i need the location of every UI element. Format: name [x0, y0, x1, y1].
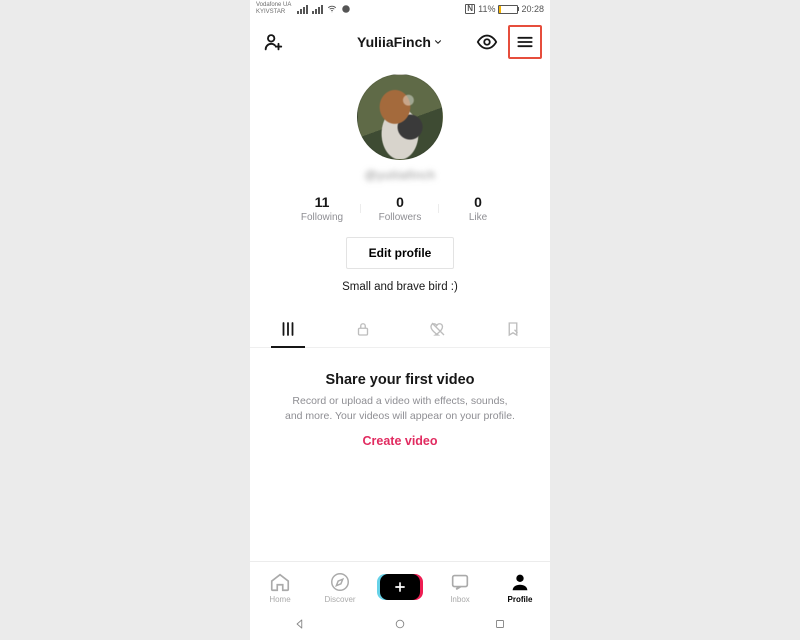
- tab-posts[interactable]: [250, 311, 325, 347]
- following-stat[interactable]: 11 Following: [283, 194, 361, 223]
- empty-state: Share your first video Record or upload …: [250, 348, 550, 448]
- carrier-labels: Vodafone UA KYIVSTAR: [256, 2, 291, 16]
- user-handle: @yuliiafinch: [365, 168, 436, 182]
- like-stat[interactable]: 0 Like: [439, 194, 517, 223]
- tab-liked[interactable]: [400, 311, 475, 347]
- battery-icon: [498, 5, 518, 14]
- view-as-button[interactable]: [472, 27, 502, 57]
- android-back-button[interactable]: [293, 617, 307, 636]
- plus-icon: [393, 580, 407, 594]
- like-count: 0: [439, 194, 517, 210]
- compass-icon: [329, 571, 351, 593]
- tab-saved[interactable]: [475, 311, 550, 347]
- followers-stat[interactable]: 0 Followers: [361, 194, 439, 223]
- tab-upload[interactable]: [370, 574, 430, 600]
- tab-private[interactable]: [325, 311, 400, 347]
- empty-line-2: and more. Your videos will appear on you…: [272, 409, 528, 424]
- grid-icon: [279, 320, 297, 338]
- triangle-back-icon: [293, 617, 307, 631]
- carrier-2: KYIVSTAR: [256, 9, 291, 16]
- profile-header: YuliiaFinch: [250, 20, 550, 64]
- phone-frame: Vodafone UA KYIVSTAR N 11% 20:28: [250, 0, 550, 640]
- carrier-1: Vodafone UA: [256, 2, 291, 9]
- tab-home[interactable]: Home: [250, 571, 310, 604]
- android-home-button[interactable]: [393, 617, 407, 636]
- tab-home-label: Home: [269, 595, 290, 604]
- android-nav-bar: [250, 612, 550, 640]
- following-count: 11: [283, 194, 361, 210]
- clock: 20:28: [521, 4, 544, 14]
- bio-text: Small and brave bird :): [342, 281, 458, 293]
- tab-discover-label: Discover: [324, 595, 355, 604]
- tab-inbox[interactable]: Inbox: [430, 571, 490, 604]
- profile-icon: [509, 571, 531, 593]
- bottom-tab-bar: Home Discover Inbox Profile: [250, 561, 550, 612]
- wifi-icon: [327, 4, 337, 14]
- followers-label: Followers: [361, 212, 439, 223]
- heart-off-icon: [429, 320, 447, 338]
- upload-button[interactable]: [380, 574, 420, 600]
- battery-percent: 11%: [478, 4, 495, 14]
- inbox-icon: [449, 571, 471, 593]
- chevron-down-icon: [433, 37, 443, 47]
- square-recents-icon: [493, 617, 507, 631]
- bookmark-icon: [504, 320, 522, 338]
- create-video-link[interactable]: Create video: [272, 434, 528, 448]
- signal-strength-icons: [297, 4, 351, 14]
- hamburger-menu-button[interactable]: [508, 25, 542, 59]
- empty-line-1: Record or upload a video with effects, s…: [272, 394, 528, 409]
- tab-profile-label: Profile: [508, 595, 533, 604]
- stats-row: 11 Following 0 Followers 0 Like: [283, 194, 517, 223]
- add-friend-button[interactable]: [258, 27, 288, 57]
- android-status-bar: Vodafone UA KYIVSTAR N 11% 20:28: [250, 0, 550, 20]
- dnd-icon: [341, 4, 351, 14]
- tab-inbox-label: Inbox: [450, 595, 470, 604]
- username-dropdown[interactable]: YuliiaFinch: [328, 34, 472, 50]
- lock-icon: [354, 320, 372, 338]
- edit-profile-button[interactable]: Edit profile: [346, 237, 455, 269]
- following-label: Following: [283, 212, 361, 223]
- circle-home-icon: [393, 617, 407, 631]
- signal-icon-2: [312, 5, 323, 14]
- content-tab-strip: [250, 311, 550, 348]
- home-icon: [269, 571, 291, 593]
- empty-title: Share your first video: [272, 372, 528, 388]
- followers-count: 0: [361, 194, 439, 210]
- username-label: YuliiaFinch: [357, 34, 431, 50]
- signal-icon-1: [297, 5, 308, 14]
- tab-profile[interactable]: Profile: [490, 571, 550, 604]
- profile-section: @yuliiafinch 11 Following 0 Followers 0 …: [250, 64, 550, 293]
- tab-discover[interactable]: Discover: [310, 571, 370, 604]
- avatar[interactable]: [357, 74, 443, 160]
- android-recents-button[interactable]: [493, 617, 507, 636]
- like-label: Like: [439, 212, 517, 223]
- nfc-icon: N: [465, 4, 475, 14]
